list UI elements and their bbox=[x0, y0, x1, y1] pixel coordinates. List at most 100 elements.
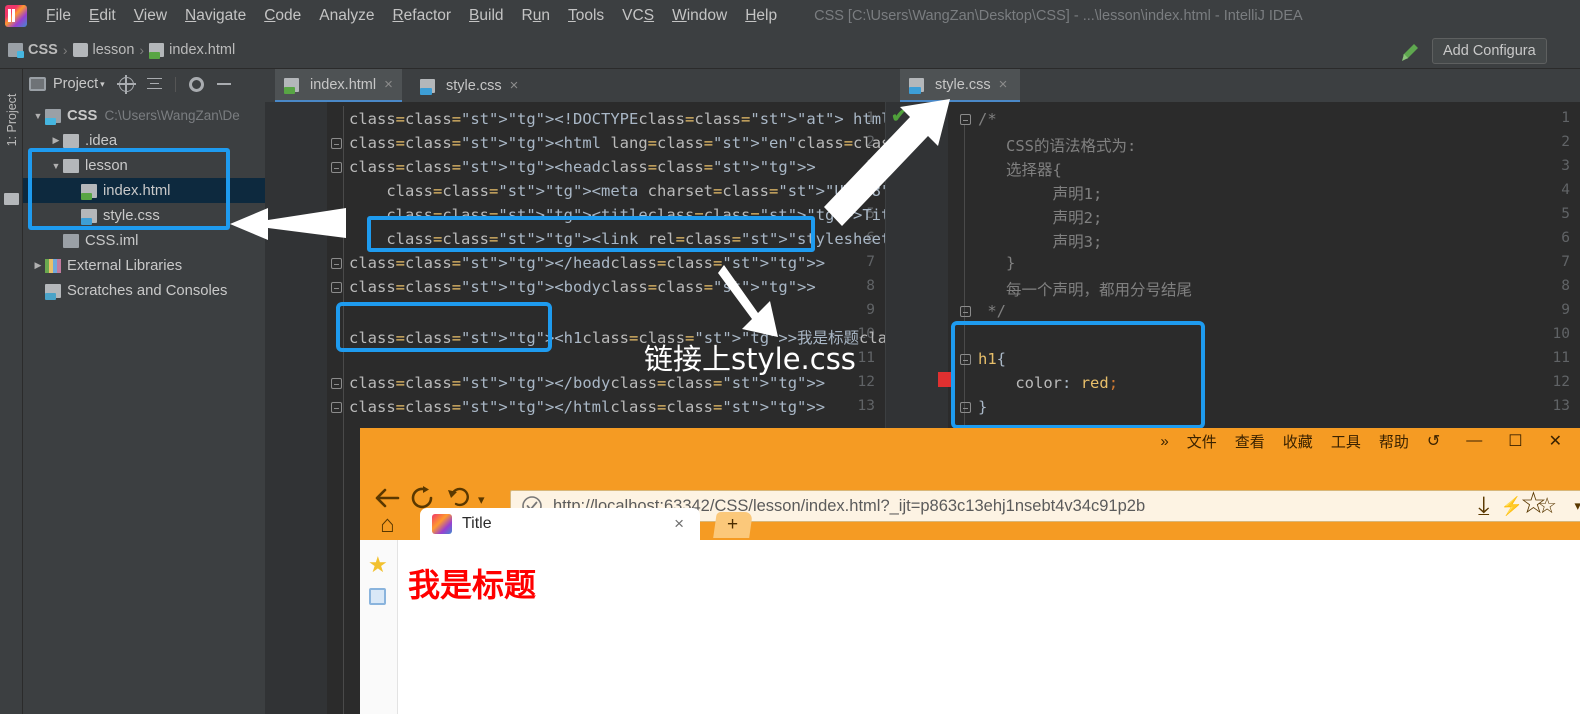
chevron-down-icon[interactable]: ▾ bbox=[100, 79, 105, 90]
tree-item-label: CSS.iml bbox=[85, 232, 139, 249]
code-fold-icon[interactable] bbox=[331, 378, 343, 390]
build-hammer-icon[interactable] bbox=[1398, 42, 1420, 62]
code-line[interactable]: class=class="st">"tg"><bodyclass=class="… bbox=[349, 278, 816, 296]
close-icon[interactable]: × bbox=[384, 76, 393, 93]
rendered-h1-heading: 我是标题 bbox=[408, 566, 537, 604]
code-line[interactable]: /* bbox=[978, 110, 997, 128]
menu-item-analyze[interactable]: Analyze bbox=[310, 7, 383, 25]
code-line[interactable]: h1{ bbox=[978, 350, 1006, 368]
gear-icon[interactable] bbox=[188, 76, 204, 92]
editor-tab-style-css-right[interactable]: style.css × bbox=[900, 69, 1020, 102]
menu-item-vcs[interactable]: VCS bbox=[613, 7, 663, 25]
hide-panel-icon[interactable] bbox=[216, 83, 231, 85]
browser-skin-icon[interactable]: ↺ bbox=[1427, 431, 1440, 451]
code-line[interactable]: 声明2; bbox=[978, 206, 1103, 228]
code-line[interactable]: 每一个声明，都用分号结尾 bbox=[978, 278, 1192, 300]
editor-tab-label-2: style.css bbox=[446, 77, 502, 94]
menu-item-help[interactable]: Help bbox=[736, 7, 786, 25]
code-line[interactable]: color: red; bbox=[978, 374, 1118, 392]
error-stripe-marker[interactable] bbox=[938, 372, 953, 387]
code-fold-icon[interactable] bbox=[960, 354, 972, 366]
breadcrumb-item-index-html[interactable]: index.html bbox=[169, 42, 235, 58]
code-line[interactable]: 选择器{ bbox=[978, 158, 1062, 180]
code-line[interactable]: */ bbox=[978, 302, 1006, 320]
tree-item-external-libraries[interactable]: ▶ External Libraries bbox=[23, 253, 265, 278]
line-number: 1 bbox=[1561, 110, 1570, 126]
code-fold-icon[interactable] bbox=[331, 138, 343, 150]
breadcrumb-item-css[interactable]: CSS bbox=[28, 42, 58, 58]
side-panel-icon[interactable] bbox=[369, 588, 386, 605]
close-button[interactable]: ✕ bbox=[1549, 431, 1562, 451]
line-number: 5 bbox=[1561, 206, 1570, 222]
browser-menu-overflow[interactable]: » bbox=[1160, 433, 1168, 450]
code-line[interactable]: 声明3; bbox=[978, 230, 1103, 252]
tree-item-scratches-and-consoles[interactable]: Scratches and Consoles bbox=[23, 278, 265, 303]
code-line[interactable]: class=class="st">"tg"><headclass=class="… bbox=[349, 158, 816, 176]
code-fold-icon[interactable] bbox=[331, 402, 343, 414]
tree-expand-arrow[interactable]: ▼ bbox=[31, 111, 45, 121]
tree-expand-arrow[interactable]: ▶ bbox=[31, 260, 45, 271]
editor-gutter-left[interactable] bbox=[265, 102, 327, 714]
menu-item-refactor[interactable]: Refactor bbox=[383, 7, 460, 25]
browser-menu-favorites[interactable]: 收藏 bbox=[1283, 431, 1313, 452]
browser-menu-tools[interactable]: 工具 bbox=[1331, 431, 1361, 452]
browser-tab-title[interactable]: Title × bbox=[420, 508, 700, 540]
code-fold-icon[interactable] bbox=[331, 258, 343, 270]
locate-target-icon[interactable] bbox=[116, 74, 136, 94]
tree-item-lesson[interactable]: ▼ lesson bbox=[23, 153, 265, 178]
tree-item-index-html[interactable]: index.html bbox=[23, 178, 265, 203]
code-fold-icon[interactable] bbox=[960, 114, 972, 126]
tool-window-label: 1: Project bbox=[5, 93, 19, 147]
code-line[interactable]: class=class="st">"tg"></headclass=class=… bbox=[349, 254, 825, 272]
line-number: 10 bbox=[1552, 326, 1570, 342]
home-icon[interactable]: ⌂ bbox=[380, 511, 395, 539]
browser-menu-help[interactable]: 帮助 bbox=[1379, 431, 1409, 452]
project-panel-title: Project bbox=[53, 76, 99, 92]
menu-item-navigate[interactable]: Navigate bbox=[176, 7, 255, 25]
side-star-icon[interactable]: ★ bbox=[368, 552, 388, 578]
inspection-status-icon[interactable]: ✔ bbox=[891, 105, 907, 128]
code-line[interactable]: } bbox=[978, 398, 987, 416]
menu-item-edit[interactable]: Edit bbox=[80, 7, 125, 25]
tree-item-css-iml[interactable]: CSS.iml bbox=[23, 228, 265, 253]
add-configuration-label: Add Configura bbox=[1443, 43, 1536, 59]
tree-item-css[interactable]: ▼ CSS C:\Users\WangZan\De bbox=[23, 103, 265, 128]
breadcrumb-item-lesson[interactable]: lesson bbox=[93, 42, 135, 58]
tree-item-style-css[interactable]: style.css bbox=[23, 203, 265, 228]
new-tab-button[interactable]: + bbox=[713, 512, 753, 538]
code-fold-icon[interactable] bbox=[960, 402, 972, 414]
browser-menu-view[interactable]: 查看 bbox=[1235, 431, 1265, 452]
menu-item-tools[interactable]: Tools bbox=[559, 7, 613, 25]
code-fold-icon[interactable] bbox=[331, 282, 343, 294]
code-fold-icon[interactable] bbox=[960, 306, 972, 318]
minimize-button[interactable]: — bbox=[1466, 432, 1482, 450]
folder-icon bbox=[63, 158, 79, 173]
editor-tab-index-html[interactable]: index.html × bbox=[275, 69, 402, 102]
folder-icon-strip bbox=[4, 193, 19, 205]
tool-window-button-project[interactable]: 1: Project bbox=[5, 85, 19, 155]
add-configuration-button[interactable]: Add Configura bbox=[1432, 38, 1547, 64]
iml-file-icon bbox=[63, 233, 79, 248]
menu-item-run[interactable]: Run bbox=[513, 7, 559, 25]
menu-item-file[interactable]: File bbox=[37, 7, 80, 25]
maximize-button[interactable]: ☐ bbox=[1508, 431, 1522, 451]
menu-item-view[interactable]: View bbox=[125, 7, 176, 25]
close-icon-right[interactable]: × bbox=[999, 76, 1008, 93]
close-icon-2[interactable]: × bbox=[510, 77, 519, 94]
browser-menu-file[interactable]: 文件 bbox=[1187, 431, 1217, 452]
tree-item--idea[interactable]: ▶ .idea bbox=[23, 128, 265, 153]
collapse-all-icon[interactable] bbox=[146, 77, 162, 92]
editor-tab-style-css[interactable]: style.css × bbox=[411, 69, 528, 102]
code-line[interactable]: CSS的语法格式为: bbox=[978, 134, 1136, 156]
menu-item-build[interactable]: Build bbox=[460, 7, 512, 25]
browser-tab-close-icon[interactable]: × bbox=[674, 514, 684, 534]
code-line[interactable]: class=class="st">"tg"></htmlclass=class=… bbox=[349, 398, 825, 416]
tree-expand-arrow[interactable]: ▼ bbox=[49, 161, 63, 171]
menu-item-code[interactable]: Code bbox=[255, 7, 310, 25]
code-line[interactable]: } bbox=[978, 254, 1015, 272]
browser-tab-label: Title bbox=[462, 515, 492, 532]
menu-item-window[interactable]: Window bbox=[663, 7, 736, 25]
tree-expand-arrow[interactable]: ▶ bbox=[49, 135, 63, 146]
code-fold-icon[interactable] bbox=[331, 162, 343, 174]
code-line[interactable]: 声明1; bbox=[978, 182, 1103, 204]
